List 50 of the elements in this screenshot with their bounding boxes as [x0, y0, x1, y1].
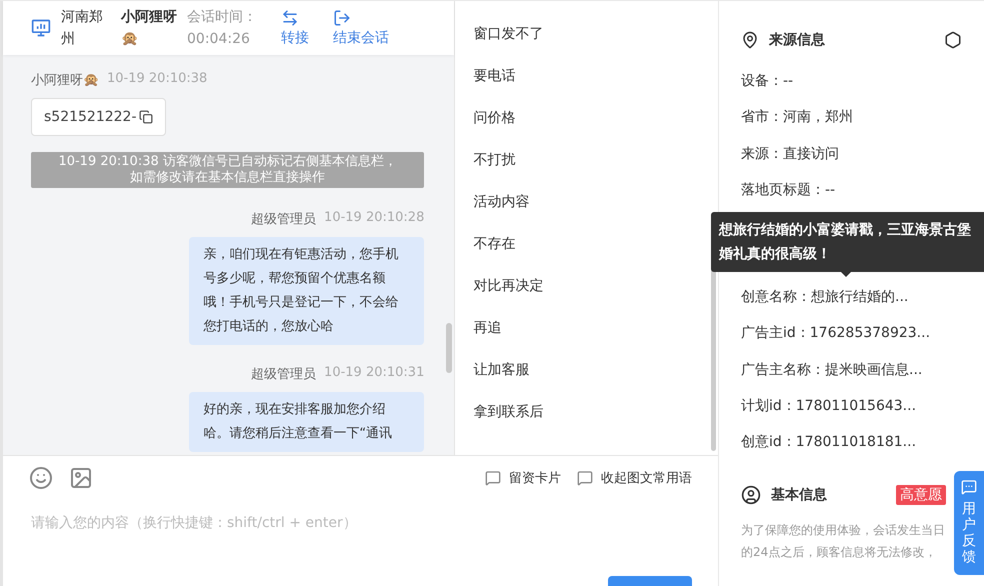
info-row-text: 来源：直接访问	[741, 144, 840, 164]
info-row-text: 创意id：178011018181...	[741, 433, 918, 452]
quick-reply-item[interactable]: 不打扰	[473, 139, 718, 181]
agent-message: 亲，咱们现在有钜惠活动，您手机号多少呢，帮您预留个优惠名额哦！手机号只是登记一下，不会给您打电话的，您放心哈	[189, 237, 424, 345]
info-row-text: 广告主id：176285378923...	[741, 324, 932, 344]
session-time: 00:04:26	[187, 30, 251, 49]
intent-tag: 高意愿	[896, 484, 946, 505]
tooltip-pointer	[841, 272, 851, 278]
swap-arrows-icon	[281, 9, 299, 27]
visitor-location: 河南郑州	[61, 8, 104, 49]
quick-reply-item[interactable]: 再追	[473, 307, 718, 349]
end-session-button[interactable]: 结束会话	[333, 9, 389, 47]
emoji-icon[interactable]	[29, 466, 53, 490]
system-notice: 10-19 20:10:38 访客微信号已自动标记右侧基本信息栏，如需修改请在基本信息栏直接操作	[31, 152, 424, 188]
section-title: 来源信息	[769, 31, 826, 49]
composer-tool-button[interactable]: 留资卡片	[485, 469, 561, 487]
copy-icon[interactable]	[138, 110, 153, 124]
info-row-text: 计划id：178011015643...	[741, 397, 918, 416]
transfer-button[interactable]: 转接	[281, 9, 309, 47]
notice-text: 为了保障您的使用体验，会话发生当日的24点之后，顾客信息将无法修改，	[741, 522, 946, 561]
message-time: 10-19 20:10:28	[324, 210, 424, 227]
image-icon[interactable]	[69, 466, 93, 490]
info-row-text: 设备：--	[741, 72, 794, 91]
chat-icon	[961, 479, 977, 495]
info-row-text: 省市：河南，郑州	[741, 108, 854, 128]
quick-reply-item[interactable]: 要电话	[473, 55, 718, 97]
quick-reply-item[interactable]: 窗口发不了	[473, 13, 718, 55]
location-pin-icon	[741, 31, 759, 49]
message-time: 10-19 20:10:31	[324, 365, 424, 382]
quick-reply-item[interactable]: 问价格	[473, 97, 718, 139]
info-row-text: 广告主名称：提米映画信息...	[741, 360, 924, 380]
sender-name: 超级管理员	[251, 366, 316, 383]
sender-name: 小阿狸呀🙊	[31, 72, 99, 89]
message-time: 10-19 20:10:38	[107, 71, 208, 88]
message-icon	[577, 470, 593, 486]
section-title: 基本信息	[771, 486, 828, 504]
sender-name: 超级管理员	[251, 211, 316, 228]
message-icon	[485, 470, 501, 486]
composer-tool-button[interactable]: 收起图文常用语	[577, 469, 692, 487]
quick-reply-item[interactable]: 让加客服	[473, 349, 718, 391]
agent-message: 好的亲，现在安排客服加您介绍哈。请您稍后注意查看一下“通讯	[189, 392, 424, 452]
visitor-name: 小阿狸呀🙊	[121, 8, 177, 49]
info-row-text: 创意名称：想旅行结婚的...	[741, 288, 910, 308]
quick-reply-item[interactable]: 拿到联系后	[473, 391, 718, 433]
user-icon	[741, 484, 761, 505]
info-row-text: 落地页标题：--	[741, 180, 836, 200]
session-time-label: 会话时间：	[187, 8, 258, 27]
visitor-message: s521521222-	[31, 98, 166, 136]
exit-icon	[333, 9, 351, 27]
monitor-icon	[31, 18, 51, 38]
